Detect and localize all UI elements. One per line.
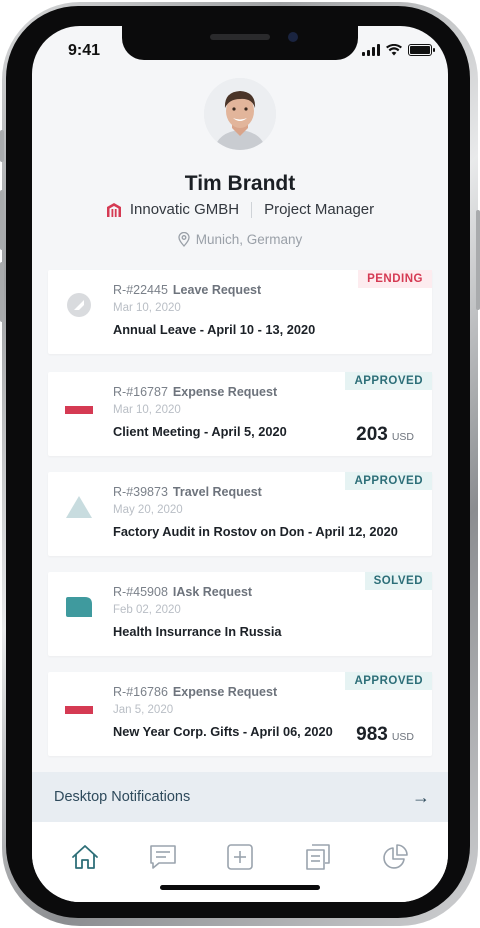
profile-name: Tim Brandt xyxy=(184,172,296,195)
tab-home[interactable] xyxy=(70,842,100,872)
request-type: Leave Request xyxy=(172,283,262,297)
chat-icon xyxy=(150,845,176,869)
request-date: Jan 5, 2020 xyxy=(113,704,174,716)
amount-value: 203 xyxy=(356,424,388,445)
tab-add[interactable] xyxy=(225,842,255,872)
request-id: R-#16786 xyxy=(113,685,168,699)
tab-bar xyxy=(32,822,448,902)
tab-documents[interactable] xyxy=(303,842,333,872)
notch xyxy=(122,26,358,60)
desktop-notifications-label: Desktop Notifications xyxy=(54,789,191,805)
circle-slash-icon xyxy=(64,290,94,320)
speaker xyxy=(210,34,270,40)
request-type: Travel Request xyxy=(172,485,262,499)
location-row: Munich, Germany xyxy=(32,232,448,247)
request-line: R-#16787 Expense Request xyxy=(113,385,416,399)
request-line: R-#16786 Expense Request xyxy=(113,685,416,699)
request-id: R-#16787 xyxy=(113,385,168,399)
divider xyxy=(251,201,253,218)
request-date: Mar 10, 2020 xyxy=(113,302,181,314)
amount: 983 USD xyxy=(356,724,414,746)
request-line: R-#45908 IAsk Request xyxy=(113,585,416,599)
status-time: 9:41 xyxy=(68,42,101,59)
tab-messages[interactable] xyxy=(148,842,178,872)
job-role: Project Manager xyxy=(264,201,375,218)
company-row: Innovatic GMBH Project Manager xyxy=(32,201,448,218)
request-card[interactable]: APPROVED R-#39873 Travel Request May 20,… xyxy=(48,472,432,556)
battery-icon xyxy=(408,44,435,56)
card-body: R-#45908 IAsk Request Feb 02, 2020 Healt… xyxy=(113,585,416,639)
documents-icon xyxy=(306,844,330,870)
pie-chart-icon xyxy=(383,844,408,869)
red-bar-icon xyxy=(64,692,94,722)
location-text: Munich, Germany xyxy=(195,232,303,247)
request-date: Feb 02, 2020 xyxy=(113,604,181,616)
amount: 203 USD xyxy=(356,424,414,446)
amount-value: 983 xyxy=(356,724,388,745)
request-id: R-#22445 xyxy=(113,283,168,297)
front-camera xyxy=(288,32,298,42)
home-indicator[interactable] xyxy=(160,885,320,890)
request-card[interactable]: SOLVED R-#45908 IAsk Request Feb 02, 202… xyxy=(48,572,432,656)
company-logo-icon xyxy=(106,202,121,217)
request-title: Annual Leave - April 10 - 13, 2020 xyxy=(113,322,316,337)
add-icon xyxy=(227,844,253,870)
request-title: Health Insurrance In Russia xyxy=(113,624,282,639)
request-line: R-#39873 Travel Request xyxy=(113,485,416,499)
request-card[interactable]: APPROVED R-#16787 Expense Request Mar 10… xyxy=(48,372,432,456)
location-pin-icon xyxy=(178,232,190,247)
mute-switch xyxy=(0,130,4,162)
request-card[interactable]: PENDING R-#22445 Leave Request Mar 10, 2… xyxy=(48,270,432,354)
volume-up-button xyxy=(0,190,4,250)
tab-reports[interactable] xyxy=(380,842,410,872)
wifi-icon xyxy=(386,44,402,56)
volume-down-button xyxy=(0,262,4,322)
power-button xyxy=(476,210,480,310)
request-title: Factory Audit in Rostov on Don - April 1… xyxy=(113,524,398,539)
avatar[interactable] xyxy=(204,78,276,150)
desktop-notifications-row[interactable]: Desktop Notifications → xyxy=(32,772,448,822)
home-icon xyxy=(72,845,98,869)
signal-icon xyxy=(362,44,380,56)
status-icons xyxy=(362,44,435,56)
arrow-right-icon: → xyxy=(412,786,430,807)
company-name: Innovatic GMBH xyxy=(129,201,240,218)
avatar-photo xyxy=(204,78,276,150)
request-line: R-#22445 Leave Request xyxy=(113,283,416,297)
request-type: IAsk Request xyxy=(172,585,253,599)
request-date: May 20, 2020 xyxy=(113,504,183,516)
request-date: Mar 10, 2020 xyxy=(113,404,181,416)
request-type: Expense Request xyxy=(172,685,278,699)
card-body: R-#39873 Travel Request May 20, 2020 Fac… xyxy=(113,485,416,539)
amount-currency: USD xyxy=(391,731,414,743)
amount-currency: USD xyxy=(391,431,414,443)
request-type: Expense Request xyxy=(172,385,278,399)
screen: 9:41 Tim Brandt Innovatic GMBH Project M… xyxy=(32,26,448,902)
red-bar-icon xyxy=(64,392,94,422)
card-body: R-#22445 Leave Request Mar 10, 2020 Annu… xyxy=(113,283,416,337)
request-id: R-#39873 xyxy=(113,485,168,499)
request-id: R-#45908 xyxy=(113,585,168,599)
triangle-icon xyxy=(64,492,94,522)
chat-bubble-icon xyxy=(64,592,94,622)
request-card[interactable]: APPROVED R-#16786 Expense Request Jan 5,… xyxy=(48,672,432,756)
